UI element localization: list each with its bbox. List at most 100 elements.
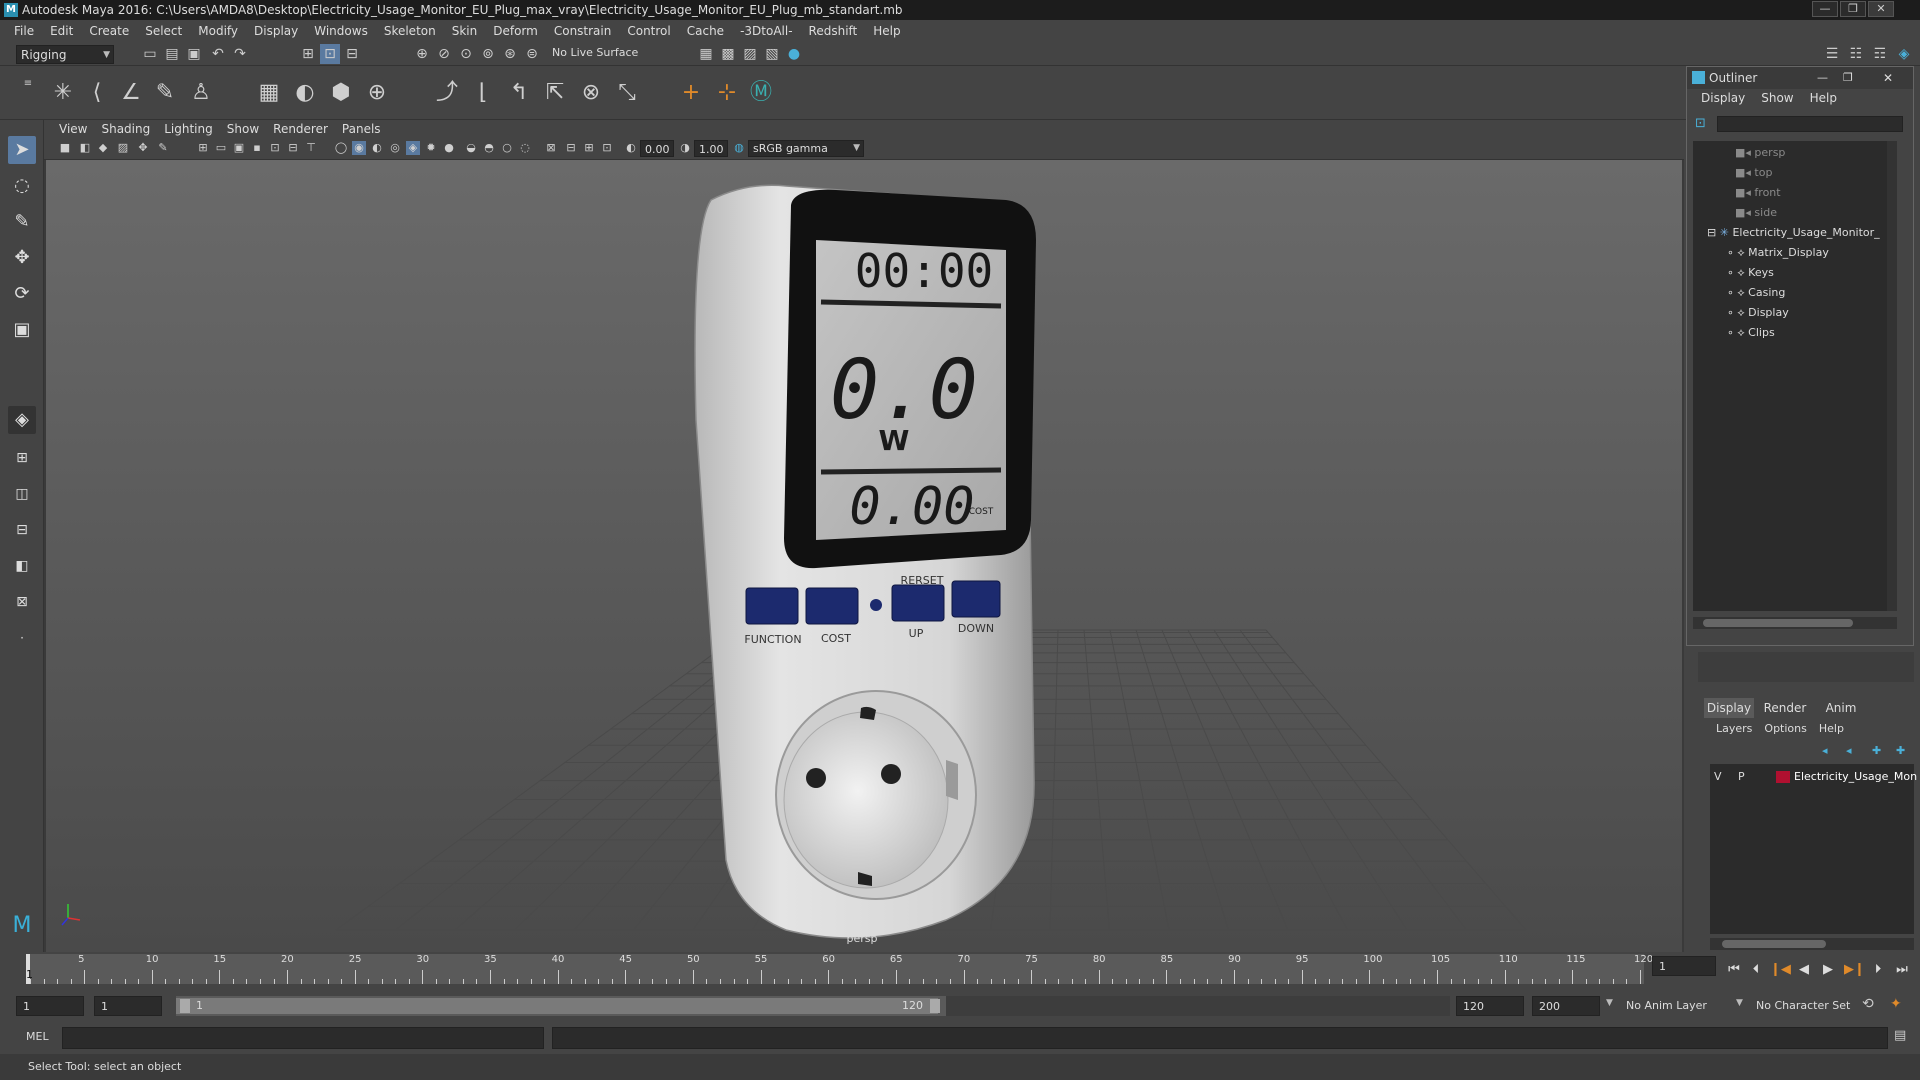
xray-joints-icon[interactable]: ⊞: [582, 141, 596, 155]
chevron-down-icon[interactable]: ▼: [1606, 998, 1613, 1008]
tab-display[interactable]: Display: [1704, 698, 1754, 718]
menu-windows[interactable]: Windows: [306, 24, 376, 38]
maya-bonus-icon[interactable]: Ⓜ: [746, 78, 776, 108]
outliner-horizontal-scrollbar[interactable]: [1693, 617, 1897, 629]
more-layouts-icon[interactable]: ·: [8, 624, 36, 652]
shadows-icon[interactable]: ●: [442, 141, 456, 155]
menu-skin[interactable]: Skin: [444, 24, 486, 38]
aim-constraint-icon[interactable]: ↰: [504, 78, 534, 108]
gate-mask-icon[interactable]: ▪: [250, 141, 264, 155]
textured-icon[interactable]: ◈: [406, 141, 420, 155]
step-back-key-icon[interactable]: ⏴: [1748, 962, 1764, 978]
viewport-menu-renderer[interactable]: Renderer: [266, 122, 335, 136]
outliner-layout-icon[interactable]: ⊟: [8, 516, 36, 544]
play-forwards-icon[interactable]: ▶: [1820, 962, 1836, 978]
color-space-selector[interactable]: sRGB gamma ▼: [748, 140, 864, 157]
image-plane-icon[interactable]: ▨: [116, 141, 130, 155]
channel-box-icon[interactable]: ◈: [1894, 44, 1914, 64]
start-time-field[interactable]: 1: [16, 996, 84, 1016]
exposure-field[interactable]: 0.00: [640, 140, 674, 157]
menu-display[interactable]: Display: [246, 24, 306, 38]
orient-constraint-icon[interactable]: ⌊: [468, 78, 498, 108]
scale-constraint-icon[interactable]: ⇱: [540, 78, 570, 108]
viewport-menu-show[interactable]: Show: [220, 122, 266, 136]
layer-menu-help[interactable]: Help: [1813, 722, 1850, 740]
mel-label[interactable]: MEL: [26, 1030, 49, 1043]
modeling-toolkit-icon[interactable]: ☰: [1822, 44, 1842, 64]
outliner-minimize-icon[interactable]: —: [1817, 67, 1828, 89]
layer-scroll-thumb[interactable]: [1722, 940, 1826, 948]
minimize-button[interactable]: —: [1812, 1, 1838, 17]
paint-select-icon[interactable]: ✎: [8, 208, 36, 236]
sculpt-deformer-icon[interactable]: ⊕: [362, 78, 392, 108]
parent-constraint-icon[interactable]: ⊗: [576, 78, 606, 108]
paint-weights-icon[interactable]: ✎: [150, 78, 180, 108]
lattice-icon[interactable]: ▦: [254, 78, 284, 108]
move-layer-up-icon[interactable]: ◂: [1822, 744, 1828, 757]
safe-title-icon[interactable]: ⊤: [304, 141, 318, 155]
menu-3dtoall[interactable]: -3DtoAll-: [732, 24, 800, 38]
playback-end-field[interactable]: 120: [1456, 996, 1524, 1016]
snap-vertex-icon[interactable]: ⊜: [522, 44, 542, 64]
render-settings-icon[interactable]: ▧: [762, 44, 782, 64]
playback-start-field[interactable]: 1: [94, 996, 162, 1016]
smooth-shade-icon[interactable]: ◉: [352, 141, 366, 155]
joint-tool-icon[interactable]: ✳: [48, 78, 78, 108]
rotate-tool-icon[interactable]: ⟳: [8, 280, 36, 308]
point-constraint-icon[interactable]: ⤴: [432, 78, 462, 108]
viewport-menu-lighting[interactable]: Lighting: [157, 122, 220, 136]
time-ruler[interactable]: 5 10 15 20 25 30 35 40 45 50 55 60 65 70 75 80 85 90 95 100…: [26, 954, 1653, 984]
menu-file[interactable]: File: [6, 24, 42, 38]
play-backwards-icon[interactable]: ◀: [1796, 962, 1812, 978]
range-track[interactable]: 1 120: [176, 996, 946, 1016]
locator-joint-icon[interactable]: ⊹: [712, 78, 742, 108]
layer-name[interactable]: Electricity_Usage_Mon: [1794, 768, 1917, 786]
gamma-field[interactable]: 1.00: [694, 140, 728, 157]
hypershade-icon[interactable]: ●: [784, 44, 804, 64]
xray-components-icon[interactable]: ⊡: [600, 141, 614, 155]
shelf-menu-icon[interactable]: ≡: [18, 74, 38, 94]
menu-deform[interactable]: Deform: [485, 24, 546, 38]
motion-blur-icon[interactable]: ◓: [482, 141, 496, 155]
attribute-editor-icon[interactable]: ☷: [1846, 44, 1866, 64]
menu-select[interactable]: Select: [137, 24, 190, 38]
open-scene-icon[interactable]: ▤: [162, 44, 182, 64]
snap-surface-icon[interactable]: ⊛: [500, 44, 520, 64]
pole-vector-icon[interactable]: ⤡: [612, 78, 642, 108]
layer-menu-options[interactable]: Options: [1758, 722, 1812, 740]
outliner-menu-display[interactable]: Display: [1693, 91, 1753, 109]
outliner-item-casing[interactable]: ∘ ⟡ Casing: [1727, 283, 1785, 303]
two-d-pan-icon[interactable]: ✥: [136, 141, 150, 155]
field-chart-icon[interactable]: ⊡: [268, 141, 282, 155]
menu-cache[interactable]: Cache: [679, 24, 732, 38]
select-object-icon[interactable]: ⊡: [320, 44, 340, 64]
outliner-close-icon[interactable]: ✕: [1883, 67, 1893, 89]
outliner-item-persp[interactable]: ■◂ persp: [1735, 143, 1785, 163]
wrap-deformer-icon[interactable]: ⬢: [326, 78, 356, 108]
default-material-icon[interactable]: ◐: [370, 141, 384, 155]
ipr-render-icon[interactable]: ▨: [740, 44, 760, 64]
layer-color-swatch[interactable]: [1776, 771, 1790, 783]
two-pane-layout-icon[interactable]: ◫: [8, 480, 36, 508]
tool-settings-icon[interactable]: ☶: [1870, 44, 1890, 64]
end-time-field[interactable]: 200: [1532, 996, 1600, 1016]
graph-layout-icon[interactable]: ◧: [8, 552, 36, 580]
chevron-down-icon[interactable]: ▼: [1736, 998, 1743, 1008]
viewport-menu-shading[interactable]: Shading: [94, 122, 157, 136]
lights-icon[interactable]: ✹: [424, 141, 438, 155]
ambient-occlusion-icon[interactable]: ◒: [464, 141, 478, 155]
outliner-item-matrix-display[interactable]: ∘ ⟡ Matrix_Display: [1727, 243, 1829, 263]
close-button[interactable]: ✕: [1868, 1, 1894, 17]
auto-key-icon[interactable]: ⟲: [1862, 996, 1874, 1012]
layer-visibility-toggle[interactable]: V: [1714, 768, 1722, 786]
current-frame-field[interactable]: 1: [1652, 956, 1716, 976]
mel-command-input[interactable]: [62, 1027, 544, 1049]
menu-control[interactable]: Control: [619, 24, 678, 38]
snap-curve-icon[interactable]: ⊘: [434, 44, 454, 64]
menu-constrain[interactable]: Constrain: [546, 24, 620, 38]
exposure-icon[interactable]: ◐: [624, 141, 638, 155]
scale-tool-icon[interactable]: ▣: [8, 316, 36, 344]
go-to-end-icon[interactable]: ⏭: [1894, 962, 1910, 978]
select-hierarchy-icon[interactable]: ⊞: [298, 44, 318, 64]
color-management-icon[interactable]: ◍: [732, 141, 746, 155]
